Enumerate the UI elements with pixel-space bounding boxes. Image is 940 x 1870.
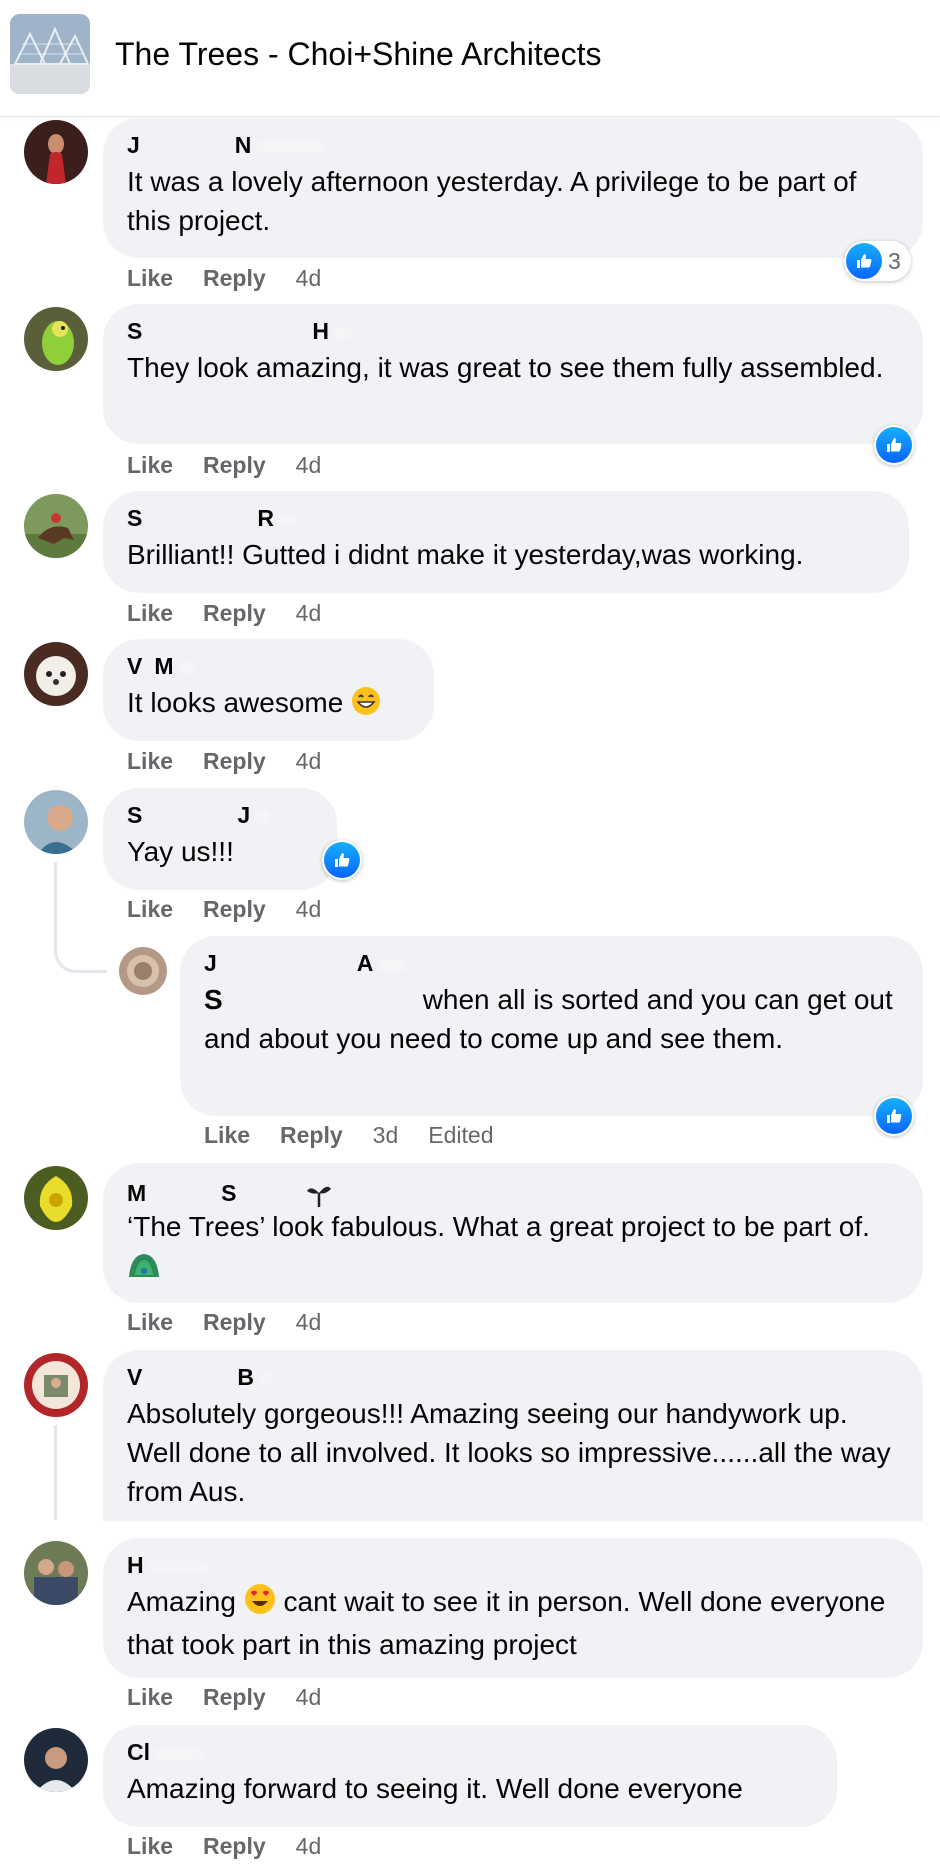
avatar[interactable]	[24, 1541, 88, 1605]
reply-bubble: JA Swhen all is sorted and you can get o…	[180, 936, 923, 1116]
reply-button[interactable]: Reply	[203, 748, 266, 774]
commenter-name[interactable]: SJ	[127, 802, 313, 828]
reply-button[interactable]: Reply	[203, 1684, 266, 1710]
comment-actions: Like Reply 4d	[127, 451, 351, 479]
comment-text: Yay us!!!	[127, 836, 234, 867]
timestamp[interactable]: 4d	[296, 1309, 322, 1335]
comment-text: Amazing cant wait to see it in person. W…	[127, 1582, 899, 1664]
comment-bubble: VB Absolutely gorgeous!!! Amazing seeing…	[103, 1350, 923, 1521]
grin-emoji-icon	[351, 686, 381, 726]
reaction-summary[interactable]	[874, 425, 914, 465]
avatar[interactable]	[119, 947, 167, 995]
comment-text: It was a lovely afternoon yesterday. A p…	[127, 166, 857, 236]
comment-text: Amazing forward to seeing it. Well done …	[127, 1773, 743, 1804]
comment-text: Absolutely gorgeous!!! Amazing seeing ou…	[127, 1398, 891, 1507]
reaction-summary[interactable]	[874, 1096, 914, 1136]
like-button[interactable]: Like	[127, 265, 173, 291]
comment-actions: Like Reply 4d	[127, 747, 351, 775]
comment-text: They look amazing, it was great to see t…	[127, 352, 884, 383]
timestamp[interactable]: 4d	[296, 1833, 322, 1859]
like-button[interactable]: Like	[127, 896, 173, 922]
comment-text: Brilliant!! Gutted i didnt make it yeste…	[127, 539, 804, 570]
timestamp[interactable]: 4d	[296, 1684, 322, 1710]
comment-bubble: VM It looks awesome	[103, 639, 434, 741]
comment-bubble: Cl Amazing forward to seeing it. Well do…	[103, 1725, 837, 1827]
like-button[interactable]: Like	[127, 600, 173, 626]
comment-bubble: SH They look amazing, it was great to se…	[103, 304, 923, 444]
comment-bubble: JN It was a lovely afternoon yesterday. …	[103, 118, 923, 258]
avatar[interactable]	[24, 307, 88, 371]
comment-actions: Like Reply 3d Edited	[204, 1121, 523, 1149]
thread-line	[54, 1425, 57, 1520]
sprout-icon	[296, 1177, 341, 1213]
thumbs-up-icon	[324, 842, 360, 878]
comment-bubble: SR Brilliant!! Gutted i didnt make it ye…	[103, 491, 909, 593]
commenter-name[interactable]: SH	[127, 318, 899, 344]
avatar[interactable]	[24, 1728, 88, 1792]
reaction-summary[interactable]	[322, 840, 362, 880]
reply-button[interactable]: Reply	[203, 896, 266, 922]
like-button[interactable]: Like	[127, 748, 173, 774]
comment-actions: Like Reply 4d	[127, 264, 351, 292]
comment-actions: Like Reply 4d	[127, 1683, 351, 1711]
thumbs-up-icon	[846, 243, 882, 279]
heart-eyes-emoji-icon	[244, 1583, 276, 1625]
timestamp[interactable]: 4d	[296, 452, 322, 478]
avatar[interactable]	[24, 790, 88, 854]
commenter-name[interactable]: JA	[204, 950, 899, 976]
post-thumbnail[interactable]	[10, 14, 90, 94]
comment-bubble: SJ Yay us!!!	[103, 788, 337, 890]
avatar[interactable]	[24, 120, 88, 184]
comment-text: It looks awesome	[127, 683, 410, 726]
avatar[interactable]	[24, 642, 88, 706]
edited-label[interactable]: Edited	[428, 1122, 493, 1148]
reply-button[interactable]: Reply	[203, 265, 266, 291]
commenter-name[interactable]: H	[127, 1552, 899, 1578]
comment-actions: Like Reply 4d	[127, 1832, 351, 1860]
reaction-summary[interactable]: 3	[844, 241, 911, 281]
avatar[interactable]	[24, 1166, 88, 1230]
comment-actions: Like Reply 4d	[127, 599, 351, 627]
thumbs-up-icon	[876, 427, 912, 463]
mention-tag[interactable]: S	[204, 984, 223, 1015]
commenter-name[interactable]: Cl	[127, 1739, 813, 1765]
commenter-name[interactable]: VB	[127, 1364, 899, 1390]
timestamp[interactable]: 3d	[373, 1122, 399, 1148]
reply-button[interactable]: Reply	[280, 1122, 343, 1148]
avatar[interactable]	[24, 494, 88, 558]
thumbs-up-icon	[876, 1098, 912, 1134]
reply-button[interactable]: Reply	[203, 600, 266, 626]
like-button[interactable]: Like	[127, 452, 173, 478]
avatar[interactable]	[24, 1353, 88, 1417]
reply-button[interactable]: Reply	[203, 1309, 266, 1335]
comment-text: Swhen all is sorted and you can get out …	[204, 984, 893, 1054]
comment-actions: Like Reply 4d	[127, 895, 351, 923]
like-button[interactable]: Like	[127, 1309, 173, 1335]
comment-bubble: MS ‘The Trees’ look fabulous. What a gre…	[103, 1163, 923, 1303]
timestamp[interactable]: 4d	[296, 896, 322, 922]
post-title[interactable]: The Trees - Choi+Shine Architects	[115, 36, 601, 73]
timestamp[interactable]: 4d	[296, 748, 322, 774]
like-button[interactable]: Like	[127, 1833, 173, 1859]
comment-text: ‘The Trees’ look fabulous. What a great …	[127, 1207, 899, 1289]
commenter-name[interactable]: MS	[127, 1177, 899, 1213]
comment-actions: Like Reply 4d	[127, 1308, 351, 1336]
commenter-name[interactable]: SR	[127, 505, 885, 531]
comment-bubble: H Amazing cant wait to see it in person.…	[103, 1538, 923, 1678]
reply-button[interactable]: Reply	[203, 1833, 266, 1859]
timestamp[interactable]: 4d	[296, 265, 322, 291]
like-button[interactable]: Like	[127, 1684, 173, 1710]
commenter-name[interactable]: VM	[127, 653, 410, 679]
peacock-emoji-icon	[127, 1250, 161, 1289]
like-button[interactable]: Like	[204, 1122, 250, 1148]
timestamp[interactable]: 4d	[296, 600, 322, 626]
reply-button[interactable]: Reply	[203, 452, 266, 478]
commenter-name[interactable]: JN	[127, 132, 899, 158]
post-header: The Trees - Choi+Shine Architects	[0, 0, 940, 117]
thread-connector	[54, 900, 107, 973]
